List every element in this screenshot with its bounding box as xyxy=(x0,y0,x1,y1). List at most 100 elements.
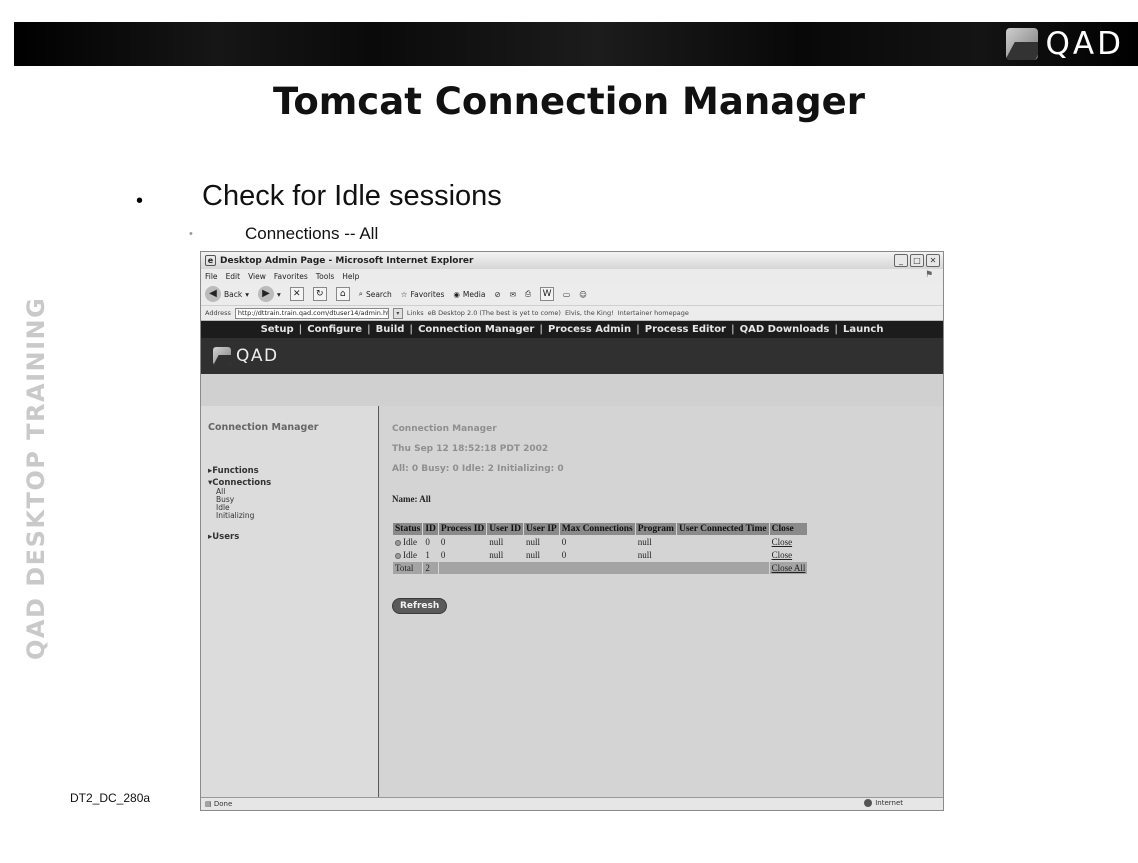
mail-icon[interactable]: ✉ xyxy=(510,290,516,299)
forward-button[interactable]: ▶ ▾ xyxy=(257,286,281,302)
column-header: Max Connections xyxy=(558,522,636,536)
header-band: QAD xyxy=(14,22,1138,66)
maximize-icon[interactable]: □ xyxy=(910,254,924,267)
favorites-label: Favorites xyxy=(410,289,445,299)
menu-favorites[interactable]: Favorites xyxy=(274,272,308,281)
menu-file[interactable]: File xyxy=(205,272,218,281)
close-link[interactable]: Close xyxy=(768,548,809,562)
nav-qad-downloads[interactable]: QAD Downloads xyxy=(740,324,830,335)
sidebar-item-all[interactable]: All xyxy=(216,488,378,496)
connected-time-cell xyxy=(675,548,770,562)
menu-view[interactable]: View xyxy=(248,272,266,281)
user-ip-cell: null xyxy=(523,548,560,562)
link-intertainer[interactable]: Intertainer homepage xyxy=(618,309,689,317)
app-nav: Setup | Configure | Build | Connection Mana… xyxy=(201,321,943,338)
id-cell: 0 xyxy=(422,535,439,549)
address-input[interactable]: http://dttrain.train.qad.com/dtuser14/ad… xyxy=(234,307,389,319)
connection-summary: All: 0 Busy: 0 Idle: 2 Initializing: 0 xyxy=(392,464,564,474)
nav-build[interactable]: Build xyxy=(376,324,405,335)
search-button[interactable]: ⌕ Search xyxy=(359,289,392,299)
back-button[interactable]: ◀ Back ▾ xyxy=(205,286,249,302)
discuss-icon[interactable]: ▭ xyxy=(563,290,570,299)
star-icon: ☆ xyxy=(400,289,408,299)
footer-code: DT2_DC_280a xyxy=(70,791,151,805)
close-link[interactable]: Close xyxy=(768,535,809,549)
nav-separator: | xyxy=(409,324,414,335)
home-icon[interactable]: ⌂ xyxy=(335,287,350,301)
link-eb-desktop[interactable]: eB Desktop 2.0 (The best is yet to come) xyxy=(428,309,561,317)
app-qad-logo-text: QAD xyxy=(236,346,279,366)
link-elvis[interactable]: Elvis, the King! xyxy=(565,309,614,317)
process-id-cell: 0 xyxy=(437,535,488,549)
address-dropdown-icon[interactable]: ▾ xyxy=(392,307,403,319)
menu-help[interactable]: Help xyxy=(342,272,359,281)
main-panel: Connection Manager Thu Sep 12 18:52:18 P… xyxy=(380,406,943,799)
total-label: Total xyxy=(391,561,424,575)
nav-separator: | xyxy=(539,324,544,335)
windows-flag-icon: ⚑ xyxy=(925,270,934,280)
media-button[interactable]: ◉ Media xyxy=(453,290,485,299)
links-label: Links xyxy=(406,309,424,317)
favorites-button[interactable]: ☆ Favorites xyxy=(401,290,445,299)
browser-titlebar: e Desktop Admin Page - Microsoft Interne… xyxy=(201,252,943,269)
sidebar-item-busy[interactable]: Busy xyxy=(216,496,378,504)
minimize-icon[interactable]: _ xyxy=(894,254,908,267)
status-cell: Idle xyxy=(391,548,424,562)
nav-setup[interactable]: Setup xyxy=(261,324,294,335)
user-ip-cell: null xyxy=(523,535,560,549)
table-total-row: Total 2 Close All xyxy=(391,561,809,575)
refresh-icon[interactable]: ↻ xyxy=(312,287,327,301)
back-label: Back xyxy=(224,289,243,299)
search-icon: ⌕ xyxy=(358,289,363,298)
sidebar-item-functions[interactable]: ▸Functions xyxy=(208,466,378,476)
user-id-cell: null xyxy=(486,535,525,549)
forward-dropdown-icon: ▾ xyxy=(276,289,281,299)
user-id-cell: null xyxy=(486,548,525,562)
refresh-button[interactable]: Refresh xyxy=(392,598,448,614)
name-label: Name: All xyxy=(392,494,431,504)
nav-launch[interactable]: Launch xyxy=(843,324,883,335)
nav-process-admin[interactable]: Process Admin xyxy=(548,324,631,335)
print-icon[interactable]: ⎙ xyxy=(525,289,531,299)
users-label: Users xyxy=(212,532,240,542)
nav-connection-manager[interactable]: Connection Manager xyxy=(418,324,534,335)
menu-tools[interactable]: Tools xyxy=(316,272,334,281)
column-header: Program xyxy=(634,522,677,536)
column-header: User ID xyxy=(486,522,525,536)
sidebar-item-connections[interactable]: ▾Connections xyxy=(208,478,378,488)
total-value: 2 xyxy=(422,561,439,575)
total-spacer xyxy=(437,561,770,575)
zone-label: Internet xyxy=(875,799,903,807)
sidebar-item-users[interactable]: ▸Users xyxy=(208,532,378,542)
status-light-icon xyxy=(395,539,401,546)
close-icon[interactable]: ✕ xyxy=(926,254,940,267)
nav-separator: | xyxy=(367,324,371,335)
sidebar-item-initializing[interactable]: Initializing xyxy=(216,512,378,520)
nav-separator: | xyxy=(636,324,640,335)
qad-logo-text: QAD xyxy=(1045,26,1124,62)
address-label: Address xyxy=(205,309,231,317)
window-controls: _ □ ✕ xyxy=(894,254,940,267)
back-dropdown-icon: ▾ xyxy=(245,289,249,299)
max-connections-cell: 0 xyxy=(558,535,636,549)
media-icon: ◉ xyxy=(453,289,460,299)
column-header: Process ID xyxy=(437,522,488,536)
browser-toolbar: ◀ Back ▾ ▶ ▾ ✕ ↻ ⌂ ⌕ Search ☆ Favorites … xyxy=(201,283,943,306)
table-row: Idle 1 0 null null 0 null Close xyxy=(391,548,809,562)
nav-process-editor[interactable]: Process Editor xyxy=(645,324,726,335)
edit-icon[interactable]: W xyxy=(540,287,555,301)
stop-icon[interactable]: ✕ xyxy=(289,287,304,301)
nav-separator: | xyxy=(731,324,735,335)
close-all-link[interactable]: Close All xyxy=(768,561,809,575)
menu-edit[interactable]: Edit xyxy=(226,272,241,281)
column-header: Close xyxy=(768,522,809,536)
table-row: Idle 0 0 null null 0 null Close xyxy=(391,535,809,549)
qad-logo: QAD xyxy=(1005,26,1124,62)
window-title: Desktop Admin Page - Microsoft Internet … xyxy=(220,255,474,266)
nav-configure[interactable]: Configure xyxy=(307,324,362,335)
sub-bullet-dot-icon: • xyxy=(189,228,193,240)
messenger-icon[interactable]: ☺ xyxy=(579,290,587,299)
globe-icon xyxy=(864,799,873,807)
history-icon[interactable]: ⊘ xyxy=(494,290,500,299)
bullet-dot-icon: • xyxy=(136,190,144,212)
